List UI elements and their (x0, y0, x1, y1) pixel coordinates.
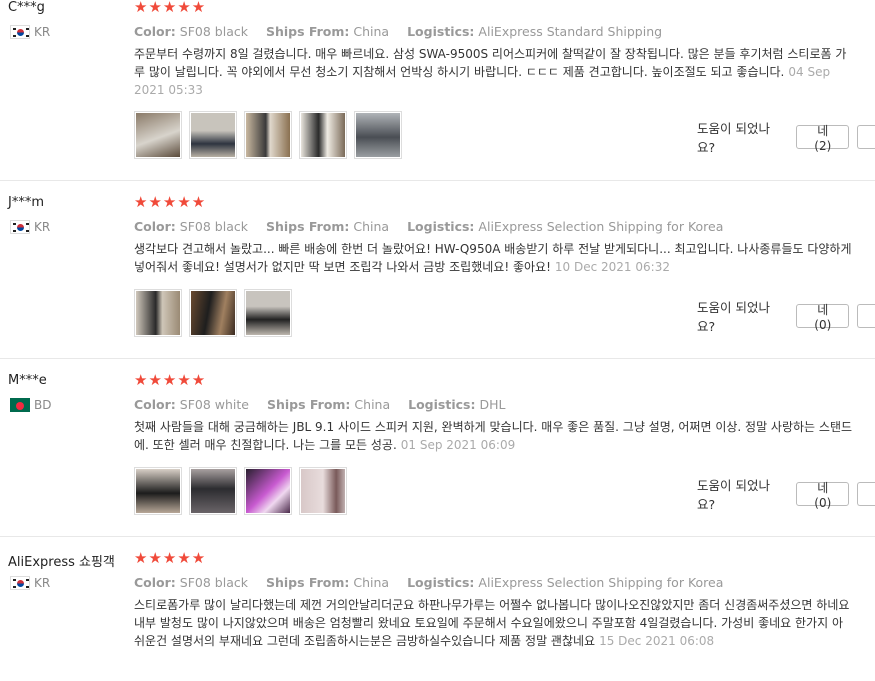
order-info: Color: SF08 black Ships From: China Logi… (134, 24, 676, 39)
review-date: 15 Dec 2021 06:08 (599, 634, 715, 648)
helpful-no-button[interactable] (857, 304, 875, 328)
review-photos (134, 111, 402, 159)
logistics-value: DHL (479, 397, 506, 412)
review-photo[interactable] (354, 111, 402, 159)
review-photo[interactable] (189, 111, 237, 159)
review-body: 생각보다 견고해서 놀랐고... 빠른 배송에 한번 더 놀랐어요! HW-Q9… (134, 242, 852, 274)
ships-label: Ships From: (266, 397, 351, 412)
review-photo[interactable] (244, 467, 292, 515)
review-date: 01 Sep 2021 06:09 (400, 438, 516, 452)
review-photo[interactable] (134, 111, 182, 159)
ships-label: Ships From: (265, 575, 350, 590)
review-photo[interactable] (189, 467, 237, 515)
helpful-section: 도움이 되었나요? 네 (2) (697, 118, 875, 156)
logistics-value: AliExpress Selection Shipping for Korea (478, 575, 724, 590)
color-value: SF08 black (179, 575, 248, 590)
review-body: 스티로폼가루 많이 날리다했는데 제껀 거의안날리더군요 하판나무가루는 어쩔수… (134, 598, 850, 648)
country-code: KR (34, 220, 51, 234)
helpful-section: 도움이 되었나요? 네 (0) (697, 297, 875, 335)
star-rating: ★★★★★ (134, 549, 207, 567)
review-body: 주문부터 수령까지 8일 걸렸습니다. 매우 빠르네요. 삼성 SWA-9500… (134, 47, 847, 79)
helpful-no-button[interactable] (857, 482, 875, 506)
country-code: BD (34, 398, 52, 412)
color-label: Color: (134, 575, 176, 590)
helpful-yes-button[interactable]: 네 (2) (796, 124, 850, 153)
kr-flag-icon (10, 220, 30, 234)
logistics-label: Logistics: (407, 24, 475, 39)
ships-value: China (353, 24, 390, 39)
order-info: Color: SF08 white Ships From: China Logi… (134, 397, 519, 412)
star-rating: ★★★★★ (134, 0, 207, 16)
review-date: 10 Dec 2021 06:32 (554, 260, 670, 274)
review-photo[interactable] (189, 289, 237, 337)
kr-flag-icon (10, 25, 30, 39)
review-item: J***m KR ★★★★★ Color: SF08 black Ships F… (0, 193, 875, 359)
country-code: KR (34, 25, 51, 39)
logistics-label: Logistics: (408, 397, 476, 412)
kr-flag-icon (10, 576, 30, 590)
review-item: C***g KR ★★★★★ Color: SF08 black Ships F… (0, 0, 875, 181)
review-text: 주문부터 수령까지 8일 걸렸습니다. 매우 빠르네요. 삼성 SWA-9500… (134, 45, 854, 99)
reviewer-name: M***e (8, 373, 47, 388)
ships-value: China (354, 397, 391, 412)
review-text: 스티로폼가루 많이 날리다했는데 제껀 거의안날리더군요 하판나무가루는 어쩔수… (134, 596, 854, 650)
review-photo[interactable] (244, 111, 292, 159)
helpful-section: 도움이 되었나요? 네 (0) (697, 475, 875, 513)
helpful-label: 도움이 되었나요? (697, 300, 770, 334)
helpful-yes-button[interactable]: 네 (0) (796, 303, 850, 332)
color-value: SF08 white (179, 397, 249, 412)
country-code: KR (34, 576, 51, 590)
reviewer-country: BD (10, 398, 51, 412)
ships-label: Ships From: (265, 24, 350, 39)
review-photo[interactable] (134, 289, 182, 337)
review-photo[interactable] (299, 111, 347, 159)
reviewer-country: KR (10, 576, 50, 590)
review-text: 생각보다 견고해서 놀랐고... 빠른 배송에 한번 더 놀랐어요! HW-Q9… (134, 240, 854, 276)
reviewer-country: KR (10, 220, 50, 234)
helpful-yes-button[interactable]: 네 (0) (796, 481, 850, 510)
color-label: Color: (134, 397, 176, 412)
helpful-label: 도움이 되었나요? (697, 121, 770, 155)
star-rating: ★★★★★ (134, 193, 207, 211)
logistics-label: Logistics: (407, 219, 475, 234)
helpful-label: 도움이 되었나요? (697, 478, 770, 512)
logistics-value: AliExpress Standard Shipping (478, 24, 663, 39)
reviewer-name: J***m (8, 195, 44, 210)
ships-value: China (353, 575, 390, 590)
color-value: SF08 black (179, 24, 248, 39)
ships-label: Ships From: (265, 219, 350, 234)
review-photo[interactable] (244, 289, 292, 337)
ships-value: China (353, 219, 390, 234)
review-photo[interactable] (134, 467, 182, 515)
reviewer-name: C***g (8, 0, 45, 15)
reviewer-name: AliExpress 쇼핑객 (8, 555, 115, 570)
logistics-value: AliExpress Selection Shipping for Korea (478, 219, 724, 234)
helpful-no-button[interactable] (857, 125, 875, 149)
review-photos (134, 467, 347, 515)
color-value: SF08 black (179, 219, 248, 234)
star-rating: ★★★★★ (134, 371, 207, 389)
review-photos (134, 289, 292, 337)
order-info: Color: SF08 black Ships From: China Logi… (134, 575, 737, 590)
review-photo[interactable] (299, 467, 347, 515)
review-text: 첫째 사람들을 대해 궁금해하는 JBL 9.1 사이드 스피커 지원, 완벽하… (134, 418, 854, 454)
order-info: Color: SF08 black Ships From: China Logi… (134, 219, 737, 234)
review-item: AliExpress 쇼핑객 KR ★★★★★ Color: SF08 blac… (0, 549, 875, 681)
review-item: M***e BD ★★★★★ Color: SF08 white Ships F… (0, 371, 875, 537)
color-label: Color: (134, 24, 176, 39)
bd-flag-icon (10, 398, 30, 412)
reviewer-country: KR (10, 25, 50, 39)
color-label: Color: (134, 219, 176, 234)
logistics-label: Logistics: (407, 575, 475, 590)
